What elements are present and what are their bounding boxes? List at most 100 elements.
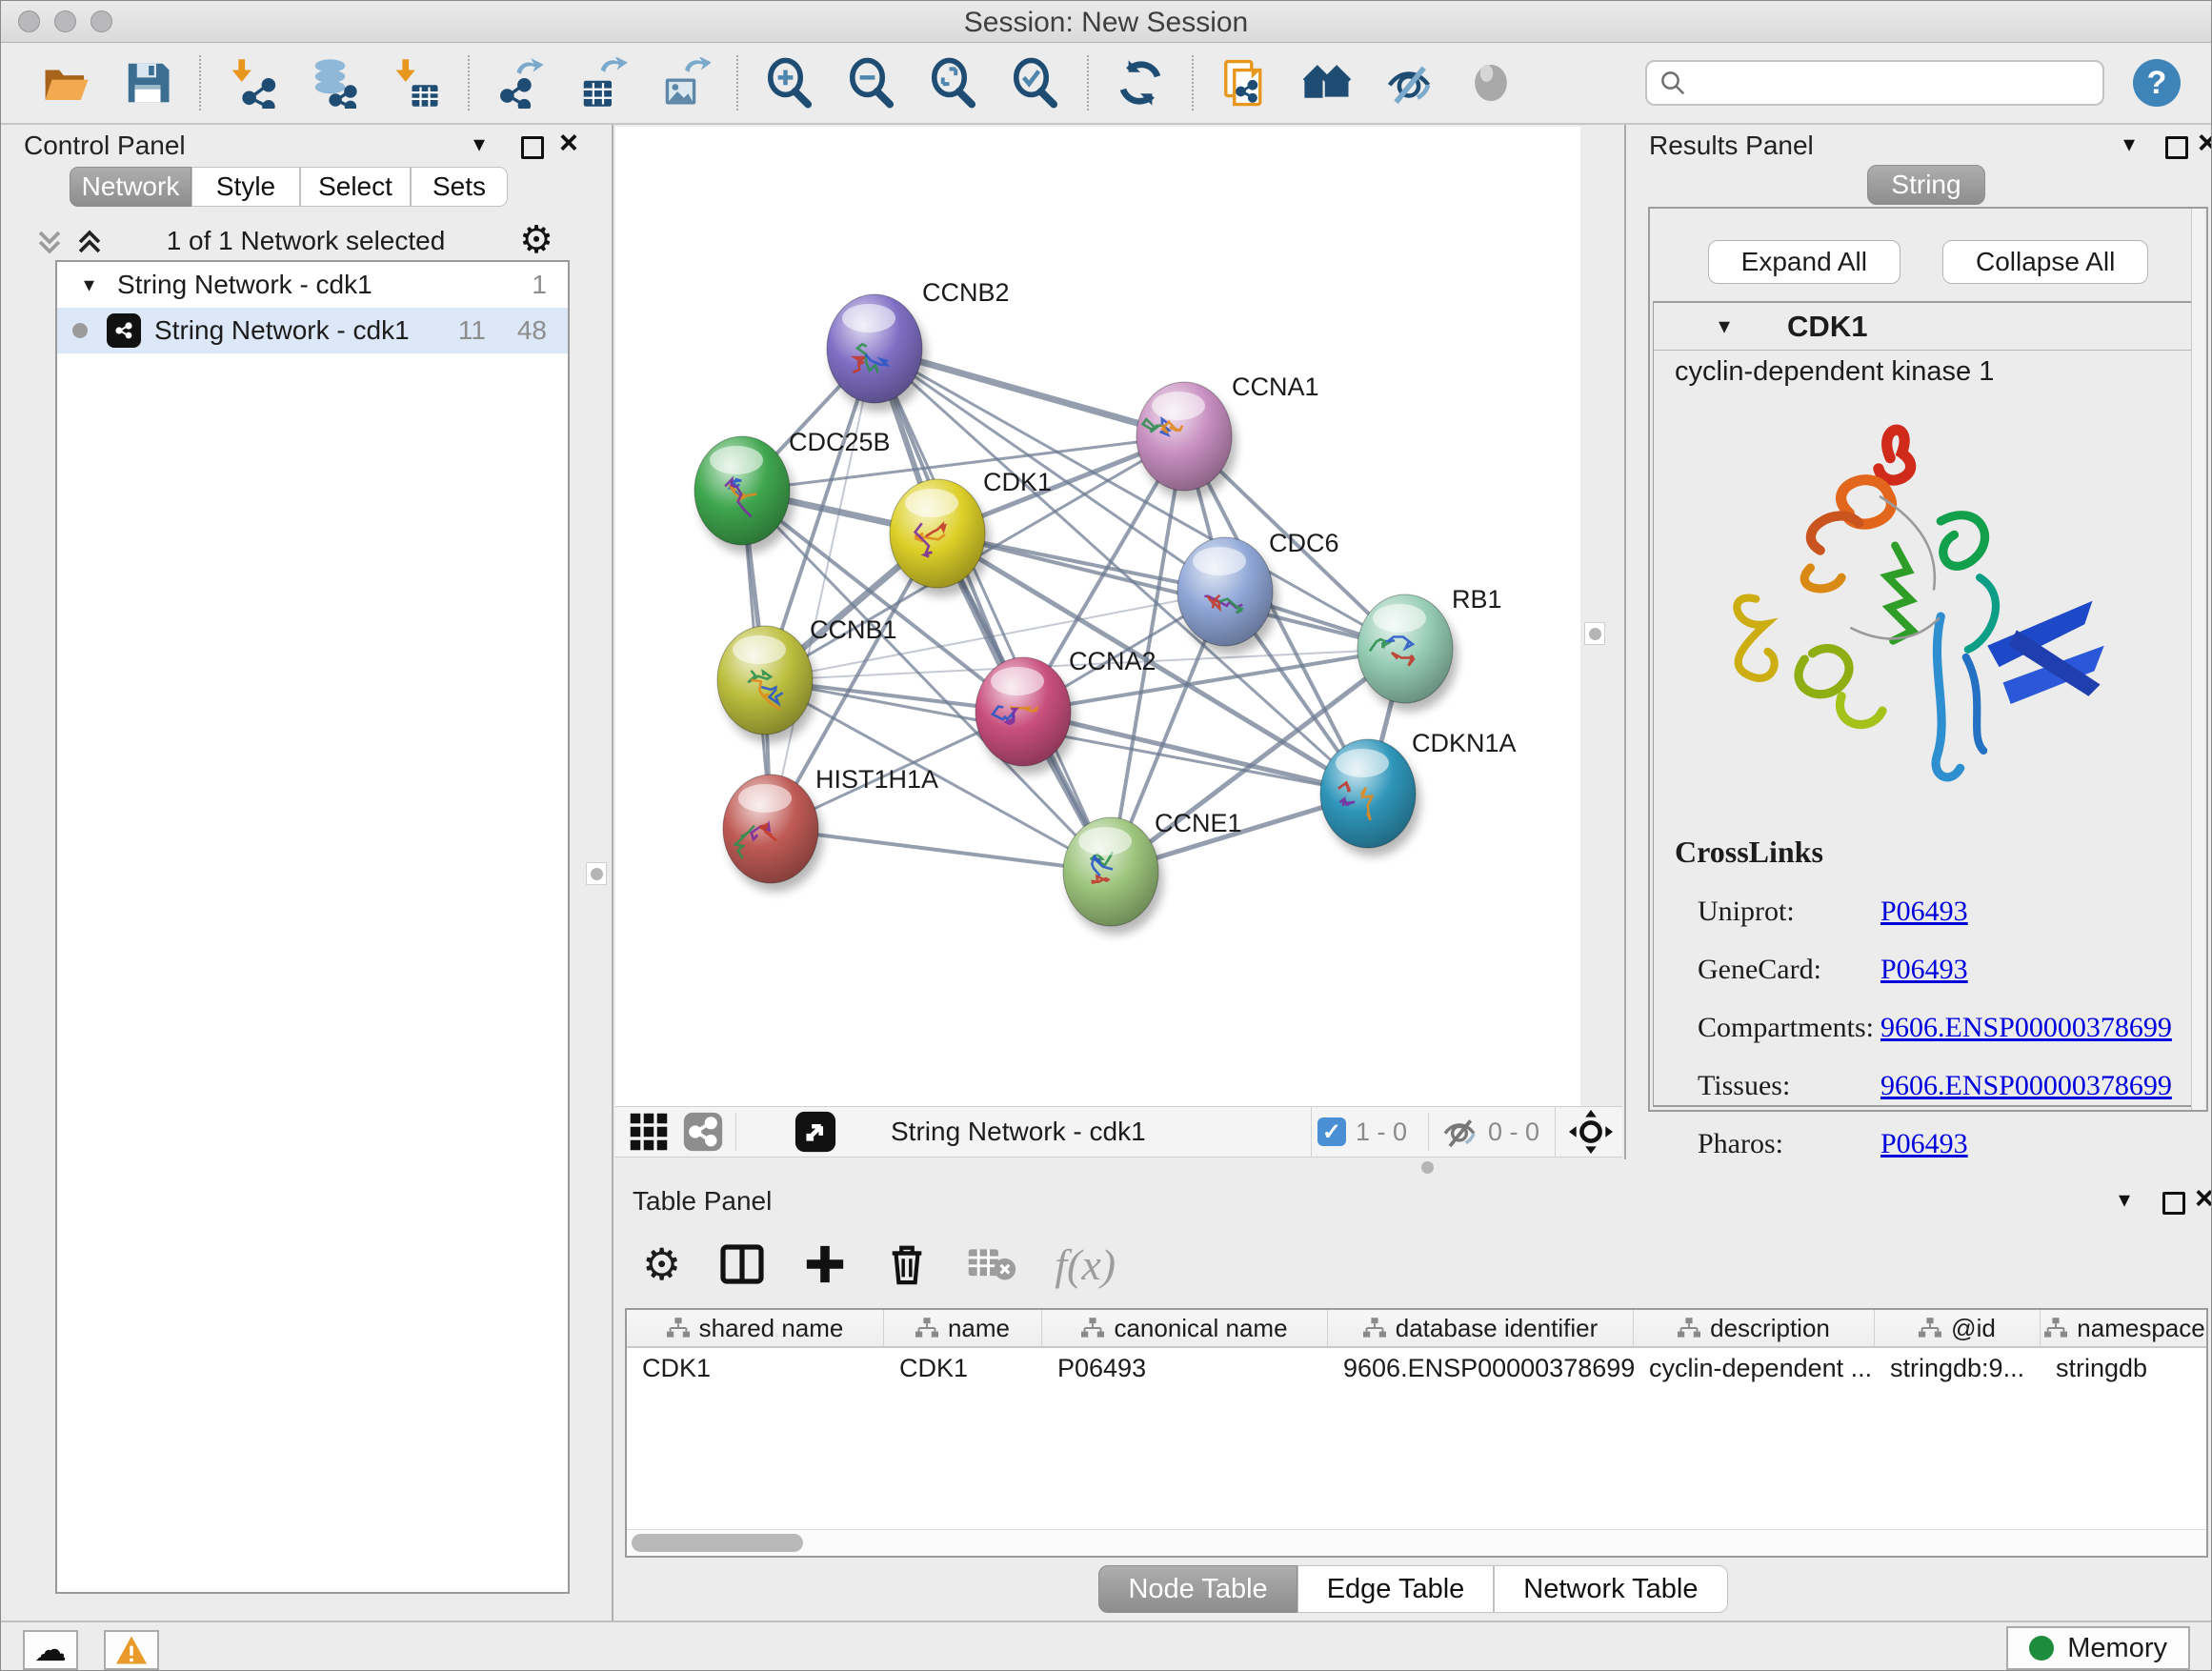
panel-close-icon[interactable]: ×: [559, 125, 578, 162]
gene-header-row[interactable]: ▾ CDK1: [1654, 303, 2202, 351]
panel-menu-icon[interactable]: ▾: [2123, 131, 2135, 158]
pan-mode-button[interactable]: [1569, 1110, 1613, 1154]
tab-sets[interactable]: Sets: [411, 167, 508, 207]
create-column-icon[interactable]: [803, 1242, 847, 1286]
delete-column-icon[interactable]: [885, 1242, 929, 1286]
network-collection-row[interactable]: ▾ String Network - cdk1 1: [57, 262, 568, 308]
table-row[interactable]: CDK1CDK1P064939606.ENSP00000378699cyclin…: [627, 1348, 2206, 1388]
collapse-all-button[interactable]: Collapse All: [1942, 240, 2148, 284]
table-cell[interactable]: CDK1: [884, 1348, 1042, 1388]
panel-float-icon[interactable]: [2162, 1192, 2185, 1215]
zoom-in-icon: [764, 57, 815, 109]
column-header-namespace[interactable]: namespace: [2041, 1310, 2208, 1346]
export-table-file-button[interactable]: [576, 56, 630, 110]
vertical-splitter-handle[interactable]: [586, 862, 607, 885]
panel-close-icon[interactable]: ×: [2195, 1180, 2212, 1218]
zoom-in-button[interactable]: [763, 56, 816, 110]
results-splitter-handle[interactable]: [1584, 622, 1605, 645]
column-header-canonical-name[interactable]: canonical name: [1042, 1310, 1328, 1346]
fit-selected-button[interactable]: [794, 1110, 837, 1154]
warnings-button[interactable]: [104, 1630, 159, 1670]
crosslink-link[interactable]: P06493: [1880, 954, 1968, 986]
open-session-button[interactable]: [39, 56, 92, 110]
column-header-shared-name[interactable]: shared name: [627, 1310, 884, 1346]
tab-node-table[interactable]: Node Table: [1098, 1565, 1297, 1613]
panel-menu-icon[interactable]: ▾: [473, 131, 485, 158]
tab-edge-table[interactable]: Edge Table: [1297, 1565, 1495, 1613]
tab-network-table[interactable]: Network Table: [1494, 1565, 1727, 1613]
node-table[interactable]: shared namenamecanonical namedatabase id…: [625, 1308, 2208, 1558]
network-row[interactable]: String Network - cdk1 11 48: [57, 308, 568, 353]
svg-text:HIST1H1A: HIST1H1A: [815, 765, 938, 794]
open-folder-icon: [40, 57, 91, 109]
crosslink-link[interactable]: P06493: [1880, 1128, 1968, 1160]
panel-menu-icon[interactable]: ▾: [2119, 1186, 2130, 1214]
results-scrollbar[interactable]: [2191, 209, 2204, 1110]
search-icon: [1659, 69, 1687, 97]
crosslink-link[interactable]: P06493: [1880, 896, 1968, 928]
show-all-button[interactable]: [1464, 56, 1518, 110]
scrollbar-thumb[interactable]: [632, 1534, 803, 1552]
zoom-out-button[interactable]: [845, 56, 898, 110]
warning-icon: [114, 1635, 149, 1665]
delete-table-icon[interactable]: [967, 1245, 1016, 1283]
tree-expander-icon[interactable]: ▾: [84, 272, 94, 297]
table-cell[interactable]: P06493: [1042, 1348, 1328, 1388]
export-image-file-button[interactable]: [658, 56, 712, 110]
graphics-details-button[interactable]: [682, 1111, 724, 1153]
table-cell[interactable]: stringdb: [2041, 1348, 2208, 1388]
panel-close-icon[interactable]: ×: [2198, 125, 2212, 162]
table-panel: Table Panel ▾ × ⚙ f(x) shared namenameca…: [613, 1175, 2212, 1621]
refresh-button[interactable]: [1114, 56, 1167, 110]
show-columns-icon[interactable]: [719, 1241, 765, 1287]
expand-all-button[interactable]: Expand All: [1708, 240, 1900, 284]
table-options-gear-icon[interactable]: ⚙: [642, 1238, 681, 1290]
save-session-button[interactable]: [121, 56, 174, 110]
tab-select[interactable]: Select: [300, 167, 411, 207]
table-cell[interactable]: 9606.ENSP00000378699: [1328, 1348, 1634, 1388]
gene-collapse-icon[interactable]: ▾: [1719, 312, 1730, 340]
import-table-file-button[interactable]: [390, 56, 443, 110]
copy-network-button[interactable]: [1218, 56, 1272, 110]
network-node-HIST1H1A: HIST1H1A: [723, 765, 938, 892]
birds-eye-view-button[interactable]: [629, 1112, 669, 1152]
string-home-button[interactable]: [1300, 56, 1354, 110]
network-options-gear-icon[interactable]: ⚙: [519, 218, 553, 262]
function-builder-icon[interactable]: f(x): [1055, 1239, 1116, 1290]
zoom-selected-button[interactable]: [1009, 56, 1062, 110]
tab-style[interactable]: Style: [191, 167, 300, 207]
memory-button[interactable]: Memory: [2006, 1626, 2190, 1670]
cloud-status-button[interactable]: ☁: [23, 1630, 78, 1670]
crosslink-link[interactable]: 9606.ENSP00000378699: [1880, 1012, 2172, 1044]
tab-string[interactable]: String: [1867, 165, 1985, 205]
network-edge-count: 48: [517, 315, 547, 346]
panel-float-icon[interactable]: [2165, 136, 2188, 159]
gene-symbol: CDK1: [1787, 310, 1867, 344]
export-network-file-button[interactable]: [494, 56, 548, 110]
import-network-file-button[interactable]: [226, 56, 279, 110]
crosslink-link[interactable]: 9606.ENSP00000378699: [1880, 1070, 2172, 1102]
column-header-description[interactable]: description: [1634, 1310, 1875, 1346]
tab-network[interactable]: Network: [70, 167, 191, 207]
table-horizontal-scrollbar[interactable]: [627, 1529, 2206, 1556]
column-type-icon: [915, 1318, 938, 1339]
column-header-database-identifier[interactable]: database identifier: [1328, 1310, 1634, 1346]
column-header--id[interactable]: @id: [1875, 1310, 2041, 1346]
import-network-database-button[interactable]: [308, 56, 361, 110]
zoom-fit-button[interactable]: [927, 56, 980, 110]
selected-nodes-checkbox[interactable]: ✓: [1317, 1117, 1346, 1146]
table-cell[interactable]: CDK1: [627, 1348, 884, 1388]
horizontal-splitter[interactable]: [613, 1159, 2212, 1175]
table-cell[interactable]: cyclin-dependent ...: [1634, 1348, 1875, 1388]
splitter-knob[interactable]: [1421, 1161, 1434, 1174]
search-input[interactable]: [1645, 60, 2104, 106]
panel-float-icon[interactable]: [521, 136, 544, 159]
network-node-RB1: RB1: [1357, 585, 1502, 712]
column-header-name[interactable]: name: [884, 1310, 1042, 1346]
toolbar-separator: [199, 55, 201, 111]
table-cell[interactable]: stringdb:9...: [1875, 1348, 2041, 1388]
network-view[interactable]: CCNB2CCNA1CDC25BCDK1CDC6RB1CCNB1CCNA2CDK…: [615, 127, 1580, 1106]
help-button[interactable]: ?: [2133, 59, 2181, 107]
crosslink-row: Pharos:P06493: [1654, 1128, 2202, 1160]
hide-selected-button[interactable]: [1382, 56, 1436, 110]
